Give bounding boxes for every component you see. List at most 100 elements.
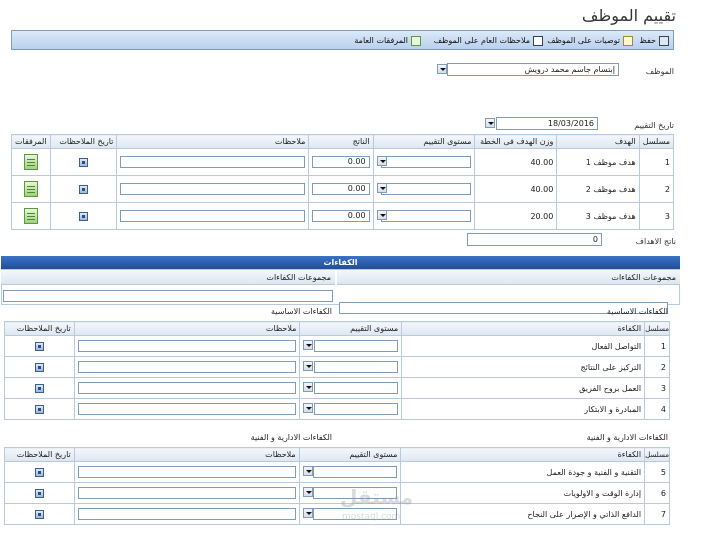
attachment-icon[interactable] (23, 208, 38, 224)
group-label-left: الكفاءات الاساسية (271, 307, 332, 316)
attachment-icon[interactable] (23, 181, 38, 197)
groups-filter-left[interactable] (3, 290, 333, 302)
calendar-icon[interactable] (34, 404, 44, 414)
group-label-right: الكفاءات الاساسية (607, 307, 668, 316)
table-row: الدافع الذاتي و الإصرار على النجاح 7 (4, 503, 670, 525)
table-row: التركيز على النتائج 2 (4, 356, 670, 378)
dropdown-arrow[interactable] (303, 403, 314, 413)
date-picker-button[interactable] (485, 118, 495, 128)
group-label-left: الكفاءات الادارية و الفنية (250, 433, 332, 442)
calendar-icon[interactable] (34, 362, 44, 372)
edit-icon (623, 35, 633, 46)
goal-weight: 40.00 (474, 175, 558, 203)
notes-input[interactable] (120, 156, 306, 168)
calendar-icon[interactable] (34, 341, 44, 351)
goal-name: هدف موظف 2 (556, 175, 640, 203)
dropdown-arrow[interactable] (303, 382, 314, 392)
general-notes-label: ملاحظات العام على الموظف (433, 36, 530, 45)
result-field: 0.00 (312, 210, 370, 222)
notes-input[interactable] (77, 382, 297, 394)
rating-select[interactable] (314, 340, 399, 352)
col-goal: الهدف (556, 134, 640, 149)
calendar-icon[interactable] (34, 488, 44, 498)
recommendations-button[interactable]: توصيات على الموظف (547, 34, 633, 47)
dropdown-arrow[interactable] (376, 183, 387, 193)
general-notes-button[interactable]: ملاحظات العام على الموظف (434, 34, 543, 47)
notes-input[interactable] (120, 210, 306, 222)
watermark-logo: مستقل (340, 485, 414, 509)
groups-header-left: مجموعات الكفاءات (1, 270, 335, 285)
goals-total-label: ناتج الاهداف (635, 237, 676, 246)
rating-select[interactable] (314, 382, 399, 394)
col-serial: مسلسل (644, 447, 670, 462)
col-notes-date: تاريخ الملاحظات (4, 447, 75, 462)
general-attachments-button[interactable]: المرفقات العامة (354, 34, 421, 47)
goal-serial: 2 (638, 175, 675, 203)
competency-table-1: تاريخ الملاحظات ملاحظات مستوى التقييم ال… (4, 321, 670, 420)
dropdown-arrow[interactable] (302, 508, 313, 518)
dropdown-arrow[interactable] (376, 156, 387, 166)
col-attachments: المرفقات (11, 134, 51, 149)
calendar-icon[interactable] (78, 211, 88, 221)
save-label: حفظ (639, 36, 656, 45)
notes-input[interactable] (77, 340, 297, 352)
competency-name: المبادرة و الابتكار (401, 398, 646, 420)
table-row: 0.00 40.00 هدف موظف 1 1 (11, 148, 675, 176)
attachment-icon[interactable] (23, 154, 38, 170)
notes-input[interactable] (77, 487, 296, 499)
notes-input[interactable] (120, 183, 306, 195)
competency-serial: 6 (644, 482, 670, 504)
calendar-icon[interactable] (34, 383, 44, 393)
notes-input[interactable] (77, 361, 297, 373)
rating-select[interactable] (381, 156, 472, 168)
calendar-icon[interactable] (34, 509, 44, 519)
dropdown-arrow[interactable] (303, 340, 314, 350)
col-notes: ملاحظات (73, 447, 300, 462)
employee-dropdown-arrow[interactable] (437, 64, 447, 74)
competency-serial: 4 (644, 398, 670, 420)
rating-select[interactable] (314, 361, 399, 373)
col-weight: وزن الهدف فى الخطة (474, 134, 558, 149)
goal-serial: 1 (638, 148, 675, 176)
notes-input[interactable] (77, 466, 296, 478)
competency-name: إدارة الوقت و الاولويات (400, 482, 646, 504)
dropdown-arrow[interactable] (302, 466, 313, 476)
dropdown-arrow[interactable] (303, 361, 314, 371)
goal-weight: 40.00 (474, 148, 558, 176)
attachment-icon (411, 35, 421, 46)
dropdown-arrow[interactable] (302, 487, 313, 497)
col-rating: مستوى التقييم (298, 447, 402, 462)
dropdown-arrow[interactable] (376, 210, 387, 220)
calendar-icon[interactable] (34, 467, 44, 477)
col-competency: الكفاءة (400, 447, 646, 462)
table-row: التواصل الفعال 1 (4, 335, 670, 357)
notes-input[interactable] (77, 508, 296, 520)
competency-serial: 5 (644, 461, 670, 483)
rating-select[interactable] (313, 466, 398, 478)
col-result: الناتج (308, 134, 374, 149)
competency-table-2: تاريخ الملاحظات ملاحظات مستوى التقييم ال… (4, 447, 670, 525)
evaluation-date-label: تاريخ التقييم (634, 121, 674, 130)
toolbar: حفظ توصيات على الموظف ملاحظات العام على … (11, 30, 674, 50)
table-row: 0.00 40.00 هدف موظف 2 2 (11, 175, 675, 203)
rating-select[interactable] (314, 403, 399, 415)
competency-serial: 7 (644, 503, 670, 525)
rating-select[interactable] (381, 210, 472, 222)
general-attachments-label: المرفقات العامة (354, 36, 408, 45)
competency-name: التواصل الفعال (401, 335, 646, 357)
employee-select[interactable]: إبتسام جاسم محمد درويش (447, 63, 619, 76)
competency-name: العمل بروح الفريق (401, 377, 646, 399)
col-serial: مسلسل (644, 321, 670, 336)
rating-select[interactable] (381, 183, 472, 195)
notes-input[interactable] (77, 403, 297, 415)
calendar-icon[interactable] (78, 157, 88, 167)
goal-name: هدف موظف 3 (556, 202, 640, 230)
save-button[interactable]: حفظ (639, 34, 669, 47)
groups-header-right: مجموعات الكفاءات (337, 270, 680, 285)
goals-total-field: 0 (467, 233, 602, 246)
evaluation-date-field[interactable]: 18/03/2016 (496, 117, 598, 130)
col-rating: مستوى التقييم (372, 134, 476, 149)
calendar-icon[interactable] (78, 184, 88, 194)
goal-name: هدف موظف 1 (556, 148, 640, 176)
col-rating: مستوى التقييم (299, 321, 403, 336)
